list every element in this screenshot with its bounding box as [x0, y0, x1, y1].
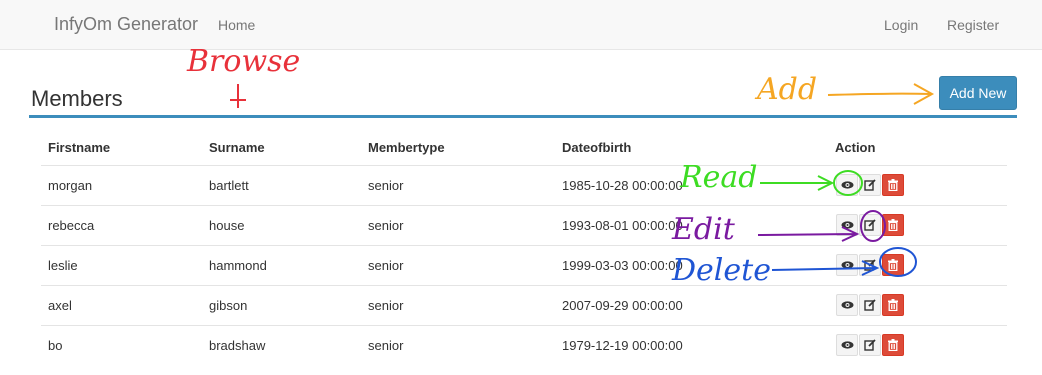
annotation-read: Read [680, 160, 758, 195]
annotation-strokes [230, 83, 935, 277]
annotation-edit: Edit [672, 212, 735, 247]
annotation-browse: Browse [187, 44, 301, 79]
annotation-add: Add [757, 72, 818, 107]
annotation-delete: Delete [672, 253, 771, 288]
